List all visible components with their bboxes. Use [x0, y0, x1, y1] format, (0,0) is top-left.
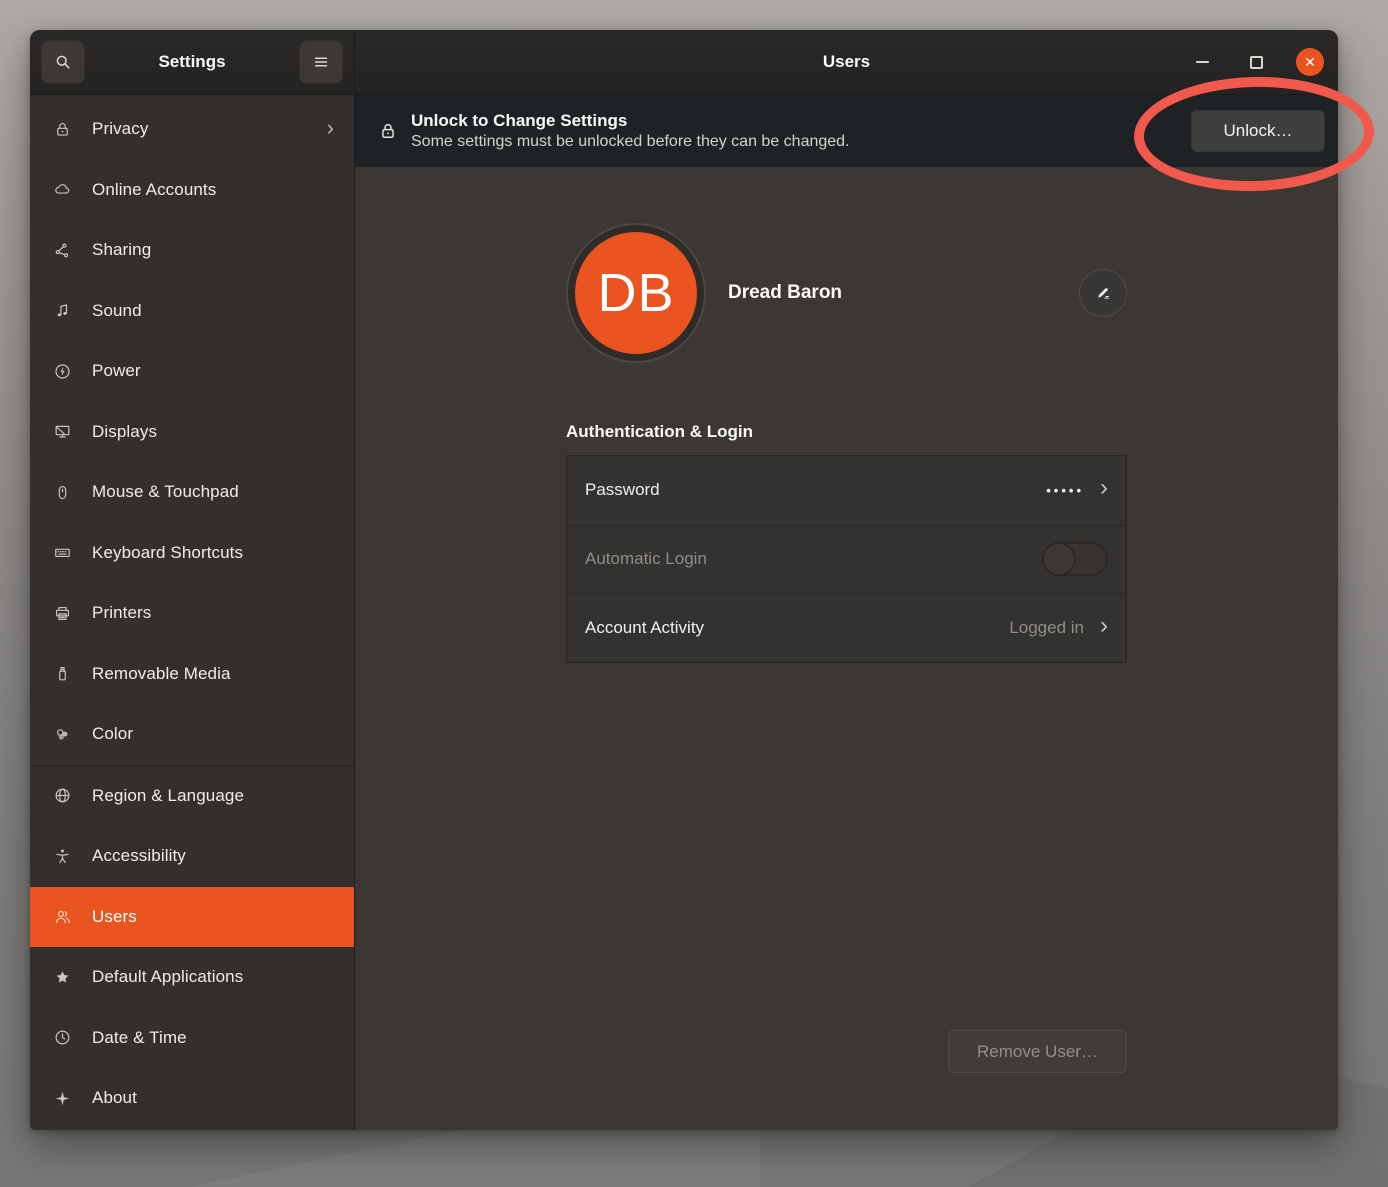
accessibility-icon: [51, 847, 73, 866]
sidebar-item-label: Default Applications: [92, 967, 334, 987]
users-icon: [51, 907, 73, 926]
remove-user-button[interactable]: Remove User…: [948, 1030, 1127, 1073]
sharing-icon: [51, 241, 73, 260]
datetime-icon: [51, 1028, 73, 1047]
auth-row-value: Logged in: [1009, 618, 1084, 638]
sidebar-item-label: Accessibility: [92, 846, 334, 866]
close-icon: ✕: [1304, 55, 1316, 69]
sidebar-item-printers[interactable]: Printers: [30, 583, 354, 644]
close-button[interactable]: ✕: [1296, 48, 1324, 76]
sound-icon: [51, 301, 73, 320]
menu-button[interactable]: [299, 40, 343, 84]
maximize-button[interactable]: [1242, 48, 1270, 76]
user-row: DB Dread Baron: [566, 223, 1127, 363]
banner-text: Unlock to Change Settings Some settings …: [411, 111, 850, 151]
sidebar-item-label: Sharing: [92, 240, 334, 260]
search-icon: [53, 52, 73, 72]
window-controls: ✕: [1188, 30, 1324, 94]
minimize-button[interactable]: [1188, 48, 1216, 76]
auth-row-value: •••••: [1046, 483, 1084, 498]
auth-row-password[interactable]: Password ••••• ›: [567, 456, 1126, 525]
sidebar: Settings Privacy › Online Accounts Sharing S…: [30, 30, 355, 1130]
sidebar-item-about[interactable]: About: [30, 1068, 354, 1129]
mouse-icon: [51, 483, 73, 502]
page-title: Users: [823, 52, 870, 72]
sidebar-item-region[interactable]: Region & Language: [30, 766, 354, 827]
default-apps-icon: [51, 968, 73, 987]
displays-icon: [51, 422, 73, 441]
avatar-initials: DB: [575, 232, 697, 354]
toggle-knob: [1042, 542, 1076, 576]
sidebar-item-label: Keyboard Shortcuts: [92, 543, 334, 563]
auth-row-automatic-login[interactable]: Automatic Login: [567, 525, 1126, 594]
app-title: Settings: [85, 52, 299, 72]
sidebar-item-users[interactable]: Users: [30, 887, 354, 948]
sidebar-item-keyboard[interactable]: Keyboard Shortcuts: [30, 523, 354, 584]
minimize-icon: [1196, 61, 1209, 63]
auth-row-label: Account Activity: [585, 618, 704, 638]
sidebar-item-label: Displays: [92, 422, 334, 442]
sidebar-item-datetime[interactable]: Date & Time: [30, 1008, 354, 1069]
power-icon: [51, 362, 73, 381]
sidebar-item-label: Online Accounts: [92, 180, 334, 200]
sidebar-item-mouse[interactable]: Mouse & Touchpad: [30, 462, 354, 523]
auth-section-heading: Authentication & Login: [566, 422, 1127, 442]
sidebar-header: Settings: [30, 30, 354, 95]
about-icon: [51, 1089, 73, 1108]
edit-name-button[interactable]: [1079, 269, 1127, 317]
sidebar-item-label: About: [92, 1088, 334, 1108]
sidebar-item-default-apps[interactable]: Default Applications: [30, 947, 354, 1008]
auth-row-label: Password: [585, 480, 660, 500]
sidebar-list: Privacy › Online Accounts Sharing Sound Power…: [30, 95, 354, 1130]
unlock-banner: Unlock to Change Settings Some settings …: [355, 95, 1338, 167]
sidebar-item-privacy[interactable]: Privacy ›: [30, 99, 354, 160]
auth-list: Password ••••• › Automatic Login Account Act…: [566, 455, 1127, 663]
sidebar-item-label: Sound: [92, 301, 334, 321]
sidebar-item-sharing[interactable]: Sharing: [30, 220, 354, 281]
printers-icon: [51, 604, 73, 623]
region-icon: [51, 786, 73, 805]
content-area: DB Dread Baron Authentication & Login Pa…: [355, 167, 1338, 1130]
lock-icon: [377, 120, 399, 142]
user-fullname: Dread Baron: [728, 282, 842, 304]
sidebar-item-removable-media[interactable]: Removable Media: [30, 644, 354, 705]
sidebar-item-label: Privacy: [92, 119, 308, 139]
sidebar-item-color[interactable]: Color: [30, 704, 354, 765]
chevron-right-icon: ›: [1100, 476, 1108, 500]
main-header: Users ✕: [355, 30, 1338, 95]
sidebar-item-label: Printers: [92, 603, 334, 623]
sidebar-item-label: Color: [92, 724, 334, 744]
sidebar-item-sound[interactable]: Sound: [30, 281, 354, 342]
chevron-right-icon: ›: [327, 117, 334, 139]
chevron-right-icon: ›: [1100, 614, 1108, 638]
sidebar-item-power[interactable]: Power: [30, 341, 354, 402]
pencil-icon: [1093, 283, 1113, 303]
main-panel: Users ✕ Unlock to Change Settings Some s…: [355, 30, 1338, 1130]
sidebar-item-displays[interactable]: Displays: [30, 402, 354, 463]
sidebar-item-accessibility[interactable]: Accessibility: [30, 826, 354, 887]
search-button[interactable]: [41, 40, 85, 84]
sidebar-item-label: Mouse & Touchpad: [92, 482, 334, 502]
sidebar-item-label: Region & Language: [92, 786, 334, 806]
banner-subtitle: Some settings must be unlocked before th…: [411, 133, 850, 151]
auth-row-label: Automatic Login: [585, 549, 707, 569]
sidebar-item-label: Power: [92, 361, 334, 381]
sidebar-item-online-accounts[interactable]: Online Accounts: [30, 160, 354, 221]
keyboard-icon: [51, 543, 73, 562]
avatar: DB: [566, 223, 706, 363]
sidebar-item-label: Removable Media: [92, 664, 334, 684]
sidebar-item-label: Date & Time: [92, 1028, 334, 1048]
color-icon: [51, 725, 73, 744]
maximize-icon: [1250, 56, 1263, 69]
privacy-icon: [51, 120, 73, 139]
auth-row-account-activity[interactable]: Account Activity Logged in ›: [567, 593, 1126, 662]
online-accounts-icon: [51, 180, 73, 199]
hamburger-menu-icon: [311, 52, 331, 72]
removable-media-icon: [51, 664, 73, 683]
banner-title: Unlock to Change Settings: [411, 111, 850, 131]
sidebar-item-label: Users: [92, 907, 334, 927]
unlock-button[interactable]: Unlock…: [1191, 110, 1325, 152]
settings-window: Settings Privacy › Online Accounts Sharing S…: [30, 30, 1338, 1130]
automatic-login-toggle[interactable]: [1042, 542, 1108, 576]
